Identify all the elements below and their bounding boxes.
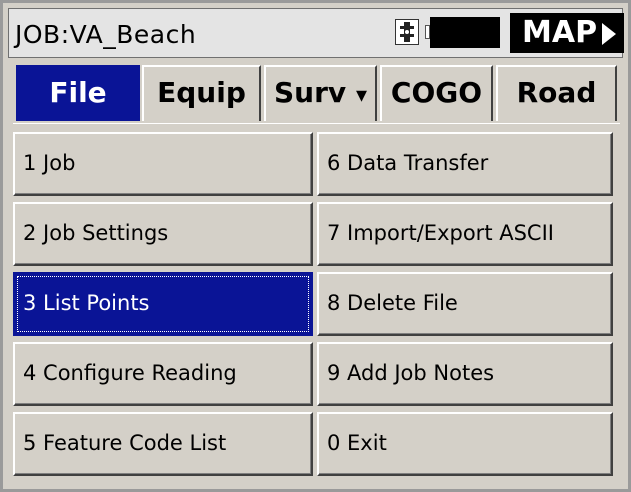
tab-road[interactable]: Road (496, 65, 617, 121)
tab-road-label: Road (516, 76, 597, 109)
battery-icon (430, 17, 500, 48)
tab-file-label: File (49, 76, 107, 109)
menu-button-configure-reading[interactable]: 4 Configure Reading (13, 342, 313, 406)
tab-cogo[interactable]: COGO (380, 65, 493, 121)
device-screen: JOB:VA_Beach MAP File Equip Surv ▾ COGO (0, 0, 631, 492)
title-bar: JOB:VA_Beach MAP (8, 8, 624, 58)
menu-button-feature-code-list[interactable]: 5 Feature Code List (13, 412, 313, 476)
tab-bar: File Equip Surv ▾ COGO Road (8, 65, 623, 121)
menu-button-add-job-notes[interactable]: 9 Add Job Notes (317, 342, 613, 406)
menu-button-exit[interactable]: 0 Exit (317, 412, 613, 476)
device-icon (395, 19, 419, 45)
menu-button-label: 1 Job (23, 151, 76, 175)
tab-equip-label: Equip (157, 76, 246, 109)
tab-cogo-label: COGO (390, 76, 483, 109)
menu-button-list-points[interactable]: 3 List Points (13, 272, 313, 336)
tab-equip[interactable]: Equip (142, 65, 261, 121)
menu-button-delete-file[interactable]: 8 Delete File (317, 272, 613, 336)
chevron-down-icon: ▾ (355, 83, 367, 108)
menu-button-label: 8 Delete File (327, 291, 458, 315)
map-button-label: MAP (522, 15, 598, 50)
menu-button-import-export-ascii[interactable]: 7 Import/Export ASCII (317, 202, 613, 266)
map-button[interactable]: MAP (510, 13, 624, 53)
menu-button-label: 6 Data Transfer (327, 151, 489, 175)
menu-button-label: 9 Add Job Notes (327, 361, 495, 385)
menu-button-data-transfer[interactable]: 6 Data Transfer (317, 132, 613, 196)
menu-button-job[interactable]: 1 Job (13, 132, 313, 196)
tab-file[interactable]: File (16, 65, 140, 121)
menu-button-job-settings[interactable]: 2 Job Settings (13, 202, 313, 266)
file-menu-grid: 1 Job 2 Job Settings 3 List Points 4 Con… (13, 123, 620, 484)
tab-surv-label: Surv (274, 76, 347, 109)
job-title: JOB:VA_Beach (15, 20, 197, 49)
tab-surv[interactable]: Surv ▾ (264, 65, 377, 121)
menu-button-label: 2 Job Settings (23, 221, 169, 245)
menu-button-label: 0 Exit (327, 431, 387, 455)
menu-button-label: 4 Configure Reading (23, 361, 237, 385)
play-arrow-icon (602, 23, 616, 45)
menu-button-label: 7 Import/Export ASCII (327, 221, 554, 245)
menu-button-label: 5 Feature Code List (23, 431, 227, 455)
menu-button-label: 3 List Points (23, 291, 150, 315)
